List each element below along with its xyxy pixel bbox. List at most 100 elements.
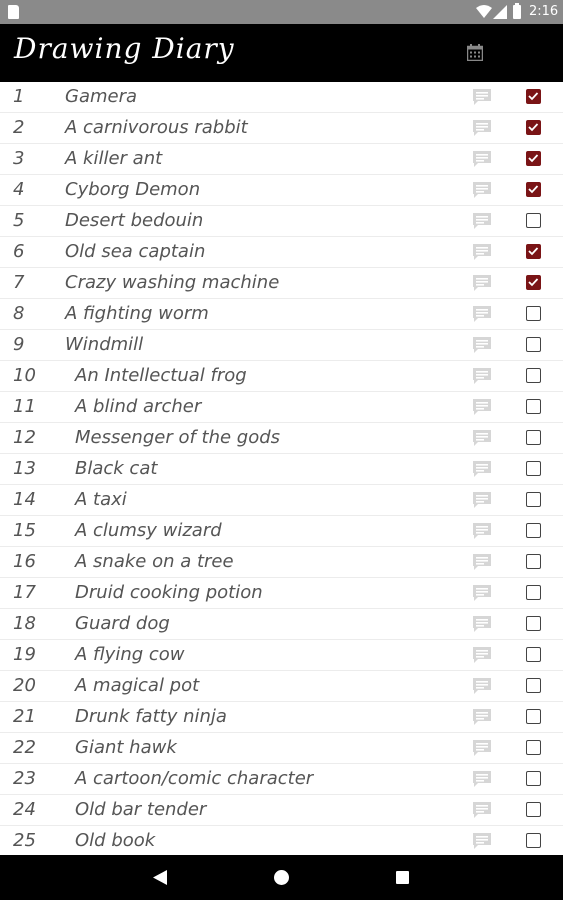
list-item[interactable]: 24 Old bar tender (0, 795, 563, 826)
comment-icon[interactable] (472, 553, 492, 571)
recents-icon[interactable] (396, 871, 409, 884)
item-title: A fighting worm (65, 303, 209, 324)
completed-checkbox[interactable] (526, 709, 541, 724)
comment-icon[interactable] (472, 305, 492, 323)
comment-icon[interactable] (472, 88, 492, 106)
list-item[interactable]: 11 A blind archer (0, 392, 563, 423)
item-title: Old book (75, 830, 156, 851)
completed-checkbox[interactable] (526, 430, 541, 445)
list-item[interactable]: 4 Cyborg Demon (0, 175, 563, 206)
item-title: A flying cow (75, 644, 185, 665)
item-title: Old bar tender (75, 799, 207, 820)
completed-checkbox[interactable] (526, 492, 541, 507)
list-item[interactable]: 5 Desert bedouin (0, 206, 563, 237)
list-item[interactable]: 15 A clumsy wizard (0, 516, 563, 547)
completed-checkbox[interactable] (526, 89, 541, 104)
comment-icon[interactable] (472, 832, 492, 850)
item-title: Desert bedouin (65, 210, 204, 231)
comment-icon[interactable] (472, 801, 492, 819)
list-item[interactable]: 18 Guard dog (0, 609, 563, 640)
list-item[interactable]: 6 Old sea captain (0, 237, 563, 268)
list-item[interactable]: 23 A cartoon/comic character (0, 764, 563, 795)
comment-icon[interactable] (472, 150, 492, 168)
comment-icon[interactable] (472, 181, 492, 199)
completed-checkbox[interactable] (526, 647, 541, 662)
list-item[interactable]: 9 Windmill (0, 330, 563, 361)
item-number: 23 (13, 768, 36, 789)
completed-checkbox[interactable] (526, 678, 541, 693)
comment-icon[interactable] (472, 119, 492, 137)
comment-icon[interactable] (472, 677, 492, 695)
item-title: Giant hawk (75, 737, 177, 758)
list-item[interactable]: 1 Gamera (0, 82, 563, 113)
calendar-icon[interactable] (467, 44, 483, 61)
list-item[interactable]: 16 A snake on a tree (0, 547, 563, 578)
comment-icon[interactable] (472, 646, 492, 664)
comment-icon[interactable] (472, 584, 492, 602)
completed-checkbox[interactable] (526, 461, 541, 476)
item-number: 21 (13, 706, 36, 727)
list-item[interactable]: 12 Messenger of the gods (0, 423, 563, 454)
completed-checkbox[interactable] (526, 213, 541, 228)
completed-checkbox[interactable] (526, 771, 541, 786)
comment-icon[interactable] (472, 398, 492, 416)
list-item[interactable]: 25 Old book (0, 826, 563, 855)
sd-card-icon (8, 5, 19, 19)
back-icon[interactable] (153, 870, 167, 885)
item-number: 11 (13, 396, 36, 417)
checkmark-icon (528, 154, 539, 163)
list-item[interactable]: 20 A magical pot (0, 671, 563, 702)
comment-icon[interactable] (472, 770, 492, 788)
comment-icon[interactable] (472, 460, 492, 478)
comment-icon[interactable] (472, 336, 492, 354)
list-item[interactable]: 10 An Intellectual frog (0, 361, 563, 392)
completed-checkbox[interactable] (526, 337, 541, 352)
list-item[interactable]: 14 A taxi (0, 485, 563, 516)
comment-icon[interactable] (472, 739, 492, 757)
list-item[interactable]: 17 Druid cooking potion (0, 578, 563, 609)
list-item[interactable]: 13 Black cat (0, 454, 563, 485)
completed-checkbox[interactable] (526, 802, 541, 817)
item-number: 7 (13, 272, 25, 293)
completed-checkbox[interactable] (526, 554, 541, 569)
completed-checkbox[interactable] (526, 120, 541, 135)
completed-checkbox[interactable] (526, 585, 541, 600)
item-number: 6 (13, 241, 25, 262)
item-title: Windmill (65, 334, 144, 355)
comment-icon[interactable] (472, 243, 492, 261)
navigation-bar (0, 855, 563, 900)
completed-checkbox[interactable] (526, 833, 541, 848)
item-number: 18 (13, 613, 36, 634)
comment-icon[interactable] (472, 212, 492, 230)
item-title: Crazy washing machine (65, 272, 280, 293)
item-number: 13 (13, 458, 36, 479)
completed-checkbox[interactable] (526, 182, 541, 197)
comment-icon[interactable] (472, 367, 492, 385)
comment-icon[interactable] (472, 708, 492, 726)
item-title: Cyborg Demon (65, 179, 201, 200)
completed-checkbox[interactable] (526, 151, 541, 166)
completed-checkbox[interactable] (526, 740, 541, 755)
completed-checkbox[interactable] (526, 399, 541, 414)
comment-icon[interactable] (472, 429, 492, 447)
home-icon[interactable] (274, 870, 289, 885)
list-item[interactable]: 7 Crazy washing machine (0, 268, 563, 299)
list-item[interactable]: 21 Drunk fatty ninja (0, 702, 563, 733)
list-item[interactable]: 2 A carnivorous rabbit (0, 113, 563, 144)
list-item[interactable]: 8 A fighting worm (0, 299, 563, 330)
comment-icon[interactable] (472, 522, 492, 540)
completed-checkbox[interactable] (526, 244, 541, 259)
list-item[interactable]: 22 Giant hawk (0, 733, 563, 764)
item-number: 2 (13, 117, 25, 138)
completed-checkbox[interactable] (526, 523, 541, 538)
completed-checkbox[interactable] (526, 306, 541, 321)
list-item[interactable]: 19 A flying cow (0, 640, 563, 671)
comment-icon[interactable] (472, 491, 492, 509)
comment-icon[interactable] (472, 615, 492, 633)
list-item[interactable]: 3 A killer ant (0, 144, 563, 175)
comment-icon[interactable] (472, 274, 492, 292)
completed-checkbox[interactable] (526, 616, 541, 631)
completed-checkbox[interactable] (526, 275, 541, 290)
completed-checkbox[interactable] (526, 368, 541, 383)
item-number: 8 (13, 303, 25, 324)
